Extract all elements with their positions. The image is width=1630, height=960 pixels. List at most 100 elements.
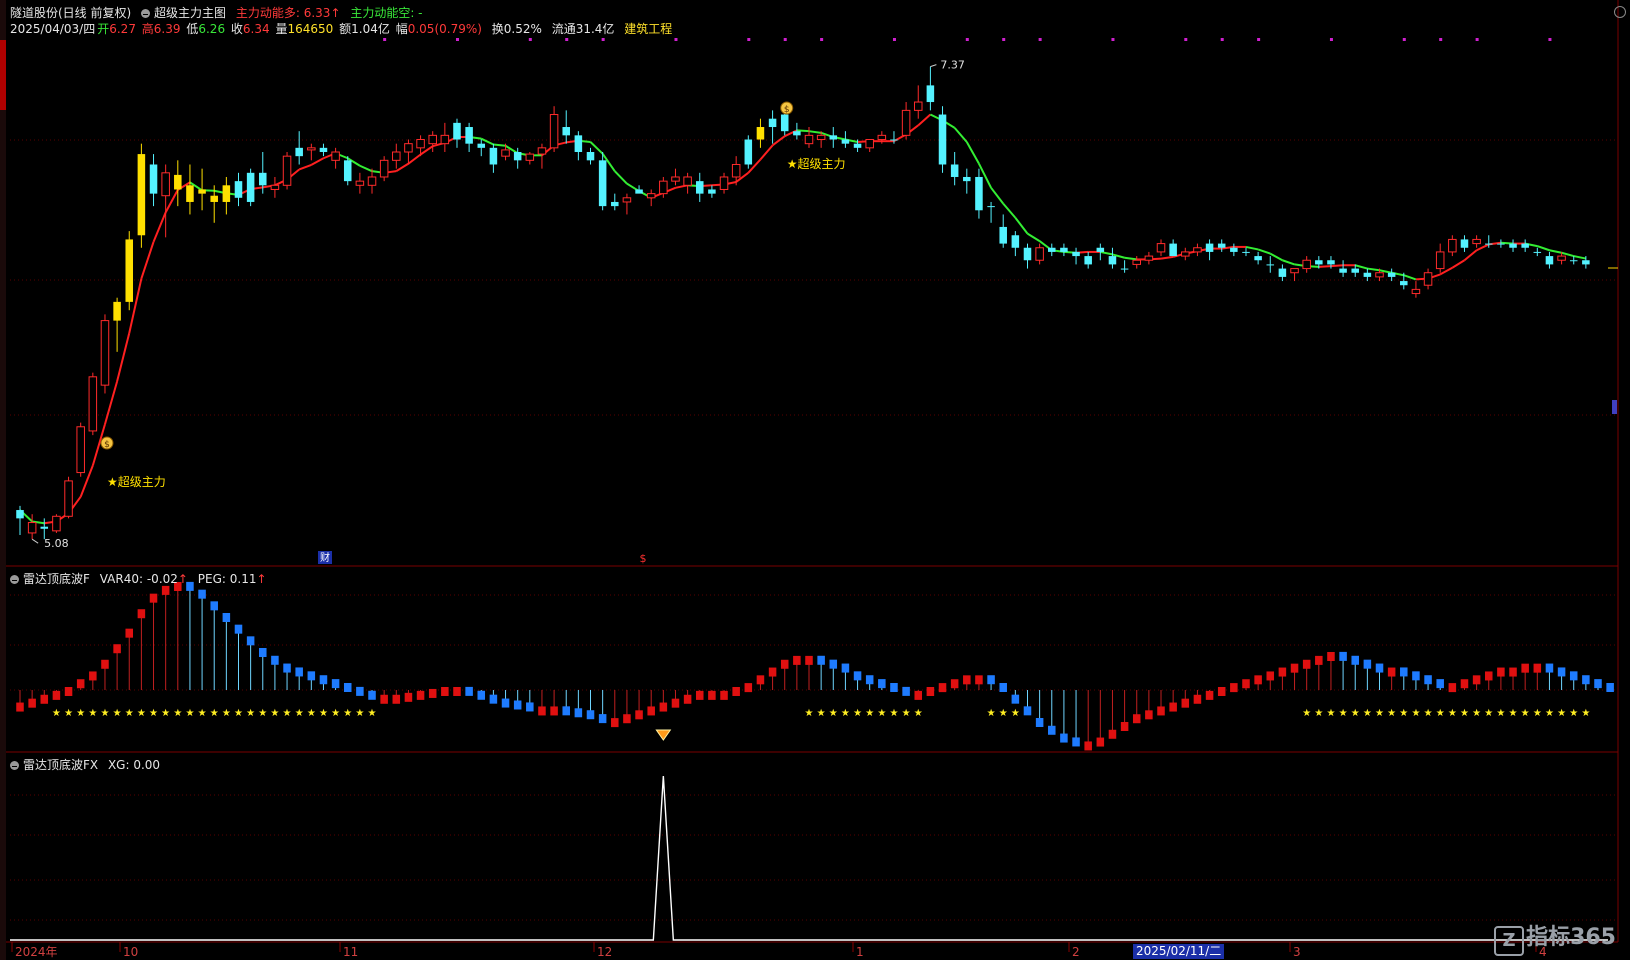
candle-body[interactable]	[1448, 238, 1457, 253]
candle-body[interactable]	[975, 176, 983, 211]
candle-body[interactable]	[683, 176, 692, 186]
candle-body[interactable]	[1545, 256, 1554, 265]
settings-icon[interactable]	[10, 761, 19, 770]
candle-body[interactable]	[392, 151, 401, 161]
candle-body[interactable]	[635, 189, 643, 194]
candle-body[interactable]	[1120, 268, 1129, 270]
candle-body[interactable]	[513, 152, 522, 161]
candle-body[interactable]	[1423, 272, 1433, 286]
candle-body[interactable]	[622, 197, 632, 203]
settings-icon[interactable]	[141, 9, 151, 18]
candle-body[interactable]	[1278, 268, 1287, 277]
candle-body[interactable]	[1400, 281, 1408, 286]
candle-body[interactable]	[926, 85, 935, 103]
sector-link[interactable]: 建筑工程	[624, 22, 672, 36]
candle-body[interactable]	[1315, 260, 1323, 265]
candle-body[interactable]	[161, 172, 170, 197]
candle-body[interactable]	[1072, 251, 1080, 257]
candle-body[interactable]	[307, 147, 316, 151]
candle-body[interactable]	[343, 160, 352, 182]
candle-body[interactable]	[331, 151, 340, 161]
candle-body[interactable]	[1375, 272, 1384, 278]
candle-body[interactable]	[816, 134, 826, 141]
candle-body[interactable]	[586, 152, 595, 161]
candle-body[interactable]	[149, 164, 158, 194]
candle-body[interactable]	[1484, 243, 1493, 245]
candle-body[interactable]	[963, 176, 971, 182]
candle-body[interactable]	[246, 172, 255, 202]
candle-body[interactable]	[1509, 243, 1517, 248]
candle-body[interactable]	[16, 510, 24, 519]
candle-body[interactable]	[853, 143, 862, 148]
candle-body[interactable]	[744, 139, 753, 165]
candle-body[interactable]	[829, 135, 838, 140]
candle-body[interactable]	[379, 159, 389, 178]
candle-body[interactable]	[416, 139, 425, 149]
candle-body[interactable]	[40, 526, 49, 529]
candle-body[interactable]	[367, 176, 377, 186]
candle-body[interactable]	[1435, 251, 1445, 270]
candle-body[interactable]	[695, 181, 704, 194]
candle-body[interactable]	[477, 143, 486, 148]
candle-body[interactable]	[1084, 256, 1092, 265]
candle-body[interactable]	[1411, 288, 1421, 295]
candle-body[interactable]	[1351, 268, 1359, 273]
candle-body[interactable]	[1582, 260, 1590, 265]
candle-body[interactable]	[1472, 238, 1481, 245]
candle-body[interactable]	[137, 154, 146, 236]
candle-body[interactable]	[1144, 255, 1154, 261]
candle-body[interactable]	[453, 122, 461, 140]
candle-body[interactable]	[1569, 260, 1578, 262]
candle-body[interactable]	[1108, 256, 1117, 265]
candle-body[interactable]	[1557, 255, 1566, 261]
candle-body[interactable]	[780, 114, 789, 132]
candle-body[interactable]	[198, 189, 206, 194]
candle-body[interactable]	[234, 181, 243, 198]
candle-body[interactable]	[1387, 272, 1396, 277]
candle-body[interactable]	[27, 522, 37, 534]
candle-body[interactable]	[489, 147, 498, 165]
candle-body[interactable]	[1205, 243, 1214, 252]
candle-body[interactable]	[1011, 235, 1020, 248]
stock-name[interactable]: 隧道股份(日线 前复权)	[10, 6, 131, 20]
candle-body[interactable]	[440, 134, 450, 145]
candle-body[interactable]	[913, 101, 923, 111]
candle-body[interactable]	[259, 172, 267, 186]
candle-body[interactable]	[295, 147, 303, 157]
candle-body[interactable]	[731, 163, 741, 178]
candle-body[interactable]	[938, 114, 947, 165]
candle-body[interactable]	[1048, 247, 1056, 252]
candle-body[interactable]	[999, 226, 1007, 244]
candle-body[interactable]	[611, 201, 619, 207]
candle-body[interactable]	[708, 189, 716, 194]
candle-body[interactable]	[76, 426, 85, 474]
candle-body[interactable]	[1460, 239, 1469, 248]
candle-body[interactable]	[756, 127, 765, 140]
candle-body[interactable]	[537, 147, 547, 155]
candle-body[interactable]	[1497, 243, 1505, 245]
candle-body[interactable]	[222, 185, 231, 202]
candle-body[interactable]	[113, 301, 121, 321]
candle-body[interactable]	[890, 139, 898, 141]
candle-body[interactable]	[950, 164, 959, 177]
indicator-name[interactable]: 超级主力主图	[141, 6, 226, 20]
candle-body[interactable]	[841, 139, 850, 144]
candle-body[interactable]	[1254, 256, 1262, 261]
candle-body[interactable]	[1132, 259, 1142, 265]
candle-body[interactable]	[270, 184, 280, 190]
candle-body[interactable]	[355, 180, 365, 186]
candle-body[interactable]	[1193, 247, 1202, 253]
candle-body[interactable]	[1230, 247, 1238, 252]
candle-body[interactable]	[1363, 272, 1372, 277]
candle-body[interactable]	[1302, 259, 1311, 270]
candle-body[interactable]	[549, 114, 559, 149]
candle-body[interactable]	[174, 174, 182, 190]
candle-body[interactable]	[768, 118, 777, 128]
candle-body[interactable]	[574, 135, 583, 152]
candle-body[interactable]	[598, 160, 607, 207]
candle-body[interactable]	[210, 195, 218, 202]
candle-body[interactable]	[1035, 247, 1044, 261]
candle-body[interactable]	[1023, 247, 1032, 261]
candle-body[interactable]	[1290, 268, 1299, 274]
candle-body[interactable]	[1242, 251, 1250, 253]
